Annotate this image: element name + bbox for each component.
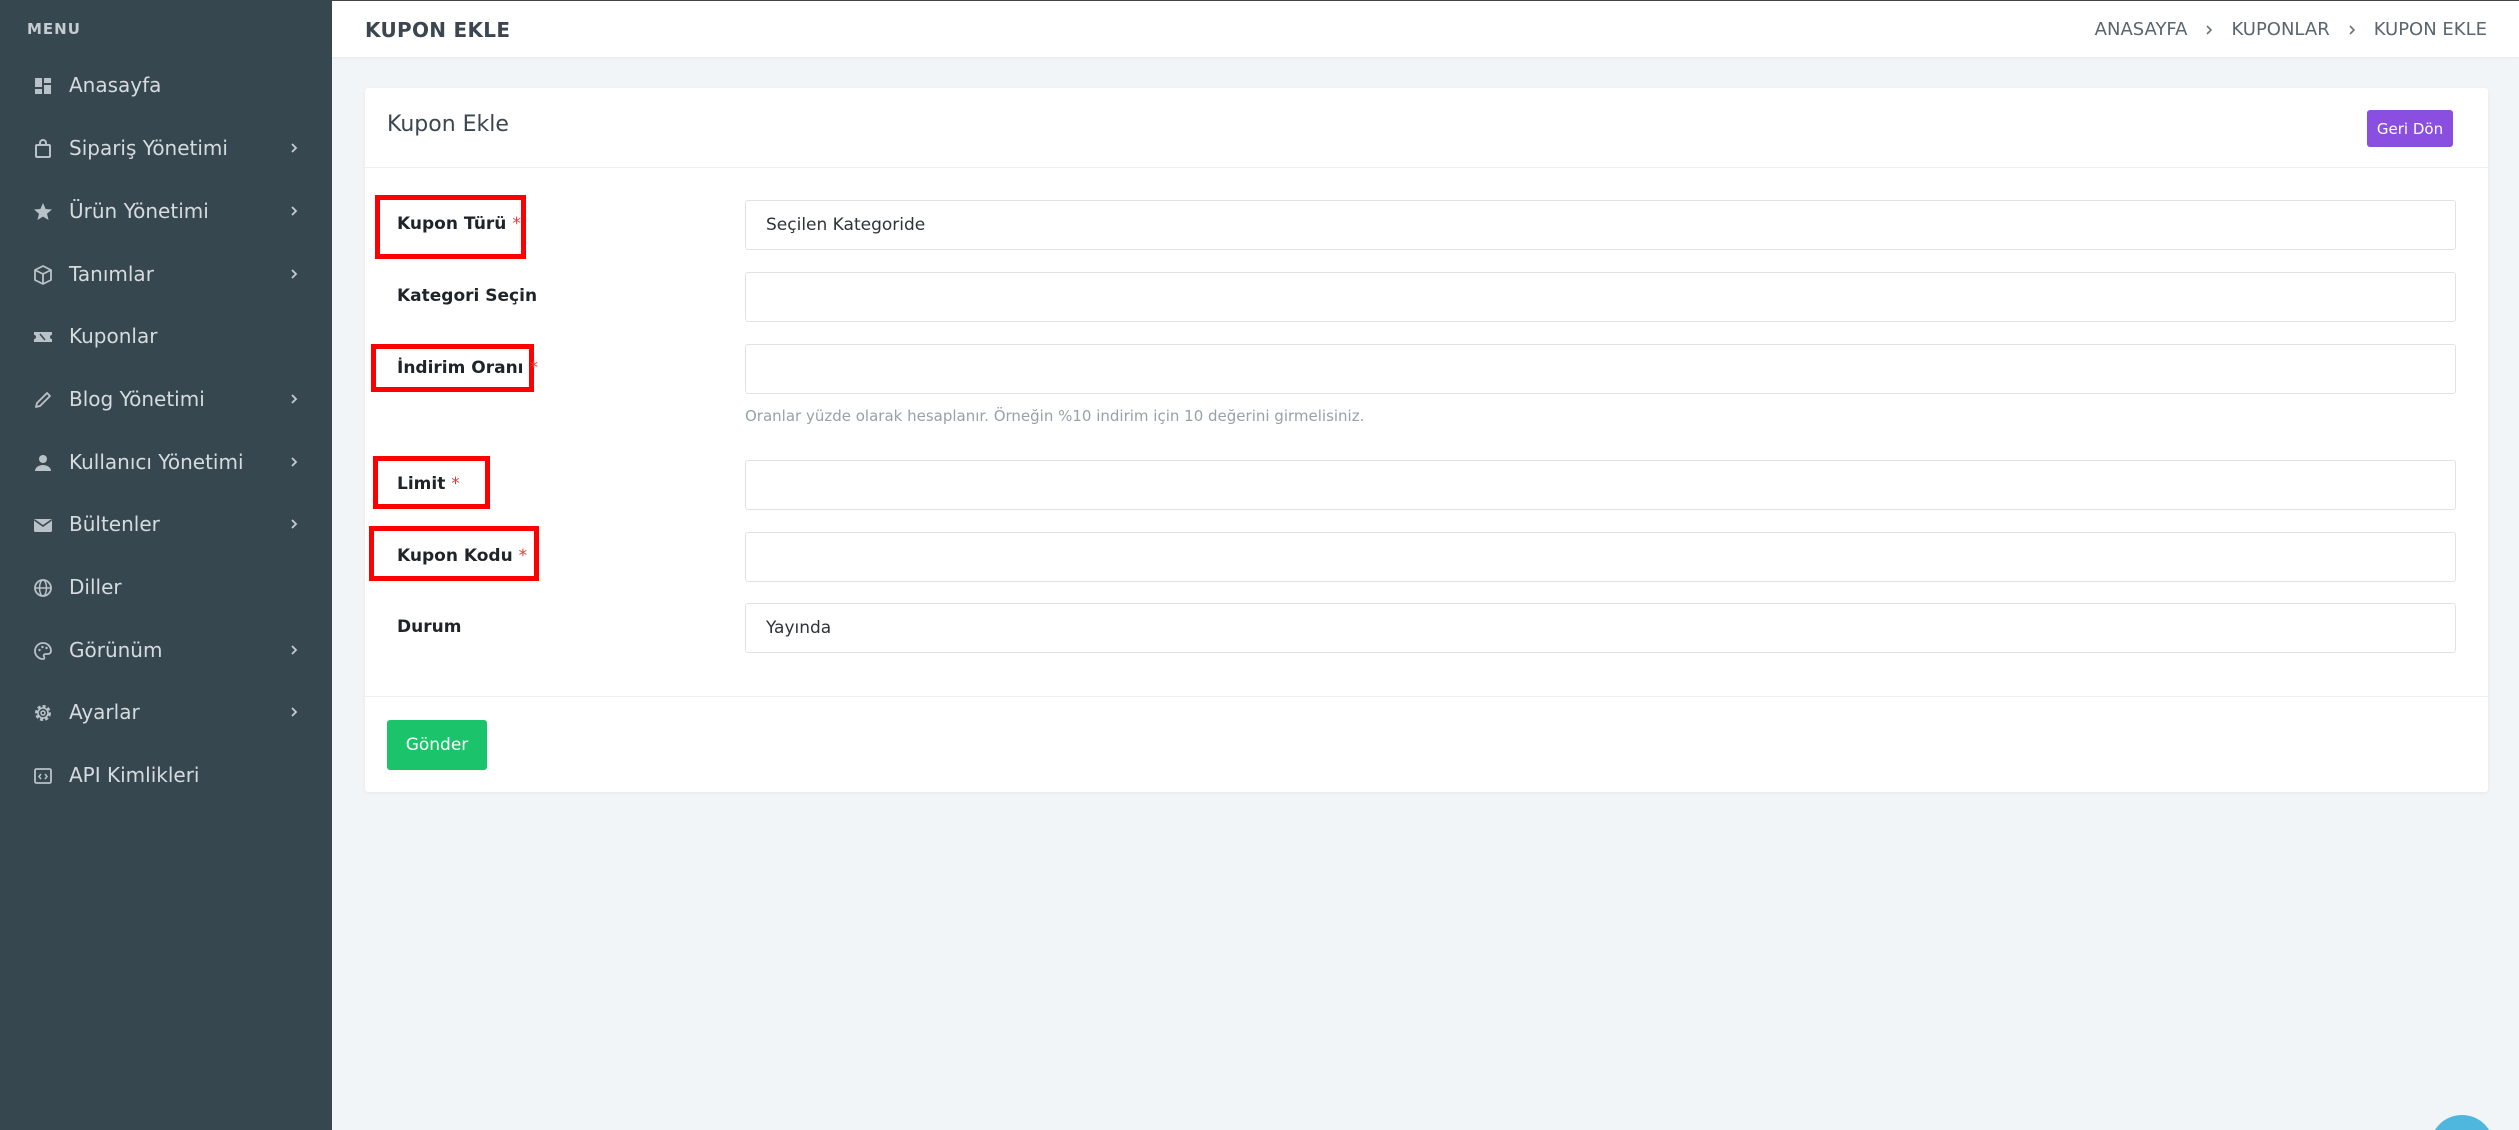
category-label-text: Kategori Seçin	[397, 286, 538, 306]
discount-rate-label-text: İndirim Oranı	[397, 358, 524, 378]
category-select[interactable]	[745, 272, 2456, 322]
limit-label: Limit *	[397, 474, 460, 494]
gear-icon	[32, 702, 54, 724]
user-icon	[32, 452, 54, 474]
discount-rate-help: Oranlar yüzde olarak hesaplanır. Örneğin…	[745, 407, 1365, 425]
discount-rate-input[interactable]	[745, 344, 2456, 394]
star-icon	[32, 201, 54, 223]
coupon-type-value: Seçilen Kategoride	[766, 215, 926, 235]
sidebar-item-label: Bültenler	[69, 512, 160, 536]
sidebar-item-kullanici-yonetimi[interactable]: Kullanıcı Yönetimi	[0, 437, 332, 487]
chevron-right-icon	[285, 703, 303, 721]
sidebar-item-label: Tanımlar	[69, 262, 154, 286]
coupon-code-input[interactable]	[745, 532, 2456, 582]
coupon-form-card: Kupon Ekle Geri Dön Kupon Türü * Seçilen…	[365, 88, 2488, 792]
sidebar-item-label: Ayarlar	[69, 700, 140, 724]
chevron-right-icon	[285, 515, 303, 533]
chevron-right-icon	[285, 390, 303, 408]
limit-input[interactable]	[745, 460, 2456, 510]
breadcrumb-item-current: KUPON EKLE	[2373, 19, 2487, 40]
sidebar-item-kuponlar[interactable]: Kuponlar	[0, 311, 332, 361]
sidebar-item-diller[interactable]: Diller	[0, 562, 332, 612]
coupon-type-label-text: Kupon Türü	[397, 214, 507, 234]
code-window-icon	[32, 765, 54, 787]
sidebar-item-label: Blog Yönetimi	[69, 387, 205, 411]
sidebar-item-gorunum[interactable]: Görünüm	[0, 625, 332, 675]
coupon-code-label-text: Kupon Kodu	[397, 546, 513, 566]
submit-button[interactable]: Gönder	[387, 720, 487, 770]
category-label: Kategori Seçin	[397, 286, 537, 306]
discount-rate-label: İndirim Oranı *	[397, 358, 538, 378]
sidebar-item-label: Diller	[69, 575, 122, 599]
card-title: Kupon Ekle	[387, 112, 509, 137]
sidebar-item-label: Kuponlar	[69, 324, 158, 348]
breadcrumb-item-kuponlar[interactable]: KUPONLAR	[2231, 19, 2329, 40]
status-select[interactable]: Yayında	[745, 603, 2456, 653]
required-mark: *	[529, 358, 538, 378]
topbar: KUPON EKLE ANASAYFA KUPONLAR KUPON EKLE	[332, 0, 2519, 57]
box-icon	[32, 264, 54, 286]
globe-icon	[32, 577, 54, 599]
required-mark: *	[518, 546, 528, 566]
sidebar-item-label: Sipariş Yönetimi	[69, 136, 228, 160]
required-mark: *	[512, 214, 521, 234]
sidebar-item-tanimlar[interactable]: Tanımlar	[0, 249, 332, 299]
sidebar-item-ayarlar[interactable]: Ayarlar	[0, 687, 332, 737]
sidebar-item-siparis-yonetimi[interactable]: Sipariş Yönetimi	[0, 123, 332, 173]
palette-icon	[32, 640, 54, 662]
sidebar-item-label: API Kimlikleri	[69, 763, 200, 787]
sidebar-item-anasayfa[interactable]: Anasayfa	[0, 60, 332, 110]
sidebar-item-blog-yonetimi[interactable]: Blog Yönetimi	[0, 374, 332, 424]
status-label: Durum	[397, 617, 461, 637]
dashboard-icon	[32, 75, 54, 97]
pencil-icon	[32, 389, 54, 411]
limit-label-text: Limit	[397, 474, 446, 494]
floating-action-button[interactable]	[2430, 1115, 2494, 1130]
chevron-right-icon	[285, 265, 303, 283]
sidebar-item-label: Ürün Yönetimi	[69, 199, 209, 223]
chevron-right-icon	[285, 202, 303, 220]
sidebar: MENU Anasayfa Sipariş Yönetimi Ürün Yöne…	[0, 0, 332, 1130]
coupon-code-label: Kupon Kodu *	[397, 546, 527, 566]
chevron-right-icon	[2202, 23, 2216, 37]
chevron-right-icon	[285, 641, 303, 659]
chevron-right-icon	[285, 453, 303, 471]
chevron-right-icon	[285, 139, 303, 157]
coupon-type-select[interactable]: Seçilen Kategoride	[745, 200, 2456, 250]
card-header: Kupon Ekle Geri Dön	[365, 88, 2488, 168]
sidebar-item-label: Görünüm	[69, 638, 163, 662]
sidebar-item-urun-yonetimi[interactable]: Ürün Yönetimi	[0, 186, 332, 236]
chevron-right-icon	[2345, 23, 2359, 37]
sidebar-item-label: Kullanıcı Yönetimi	[69, 450, 244, 474]
page-title: KUPON EKLE	[365, 18, 511, 42]
ticket-icon	[32, 326, 54, 348]
sidebar-item-api-kimlikleri[interactable]: API Kimlikleri	[0, 750, 332, 800]
coupon-type-label: Kupon Türü *	[397, 214, 521, 234]
sidebar-item-label: Anasayfa	[69, 73, 162, 97]
required-mark: *	[451, 474, 460, 494]
status-value: Yayında	[766, 618, 832, 638]
sidebar-menu-title: MENU	[27, 20, 81, 38]
sidebar-item-bultenler[interactable]: Bültenler	[0, 499, 332, 549]
shopping-bag-icon	[32, 138, 54, 160]
back-button[interactable]: Geri Dön	[2367, 110, 2453, 147]
breadcrumb: ANASAYFA KUPONLAR KUPON EKLE	[2095, 19, 2487, 40]
breadcrumb-item-anasayfa[interactable]: ANASAYFA	[2095, 19, 2188, 40]
divider	[365, 696, 2488, 697]
mail-icon	[32, 514, 54, 536]
status-label-text: Durum	[397, 617, 462, 637]
